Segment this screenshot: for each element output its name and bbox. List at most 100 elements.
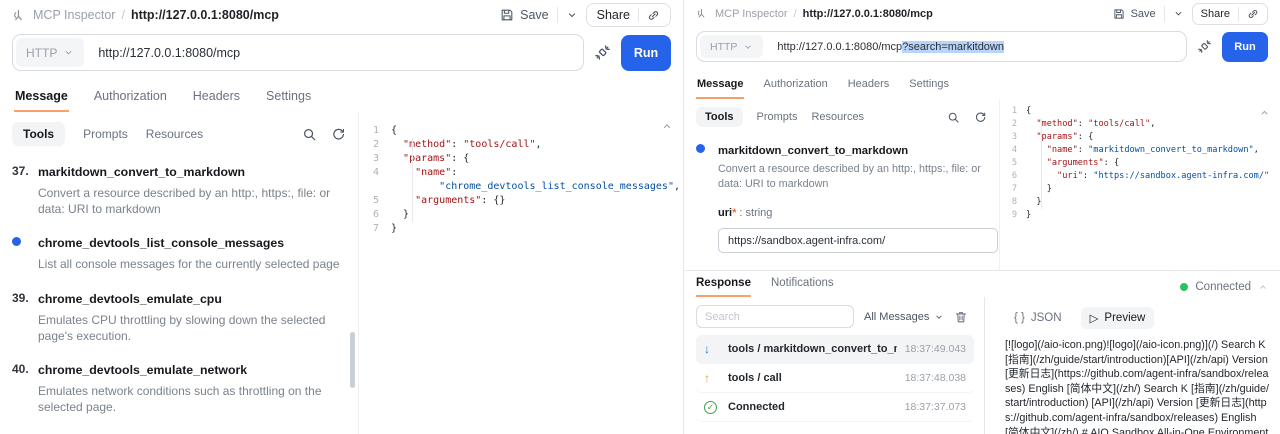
inspector-window-right: MCP Inspector / http://127.0.0.1:8080/mc… bbox=[684, 0, 1280, 434]
tab-settings[interactable]: Settings bbox=[908, 74, 950, 99]
tab-headers[interactable]: Headers bbox=[192, 85, 241, 112]
save-button[interactable]: Save bbox=[1113, 6, 1184, 22]
indent-guide bbox=[1041, 118, 1042, 209]
collapse-editor-chevron-icon[interactable] bbox=[661, 120, 673, 132]
search-icon[interactable] bbox=[302, 127, 317, 142]
subtab-resources[interactable]: Resources bbox=[811, 111, 864, 123]
tool-number: 37. bbox=[12, 163, 38, 217]
copy-link-icon[interactable] bbox=[1247, 8, 1259, 20]
protocol-select[interactable]: HTTP bbox=[700, 35, 763, 58]
uri-input[interactable] bbox=[718, 228, 998, 253]
status-dot-icon bbox=[1180, 283, 1188, 291]
request-url-input[interactable]: http://127.0.0.1:8080/mcp bbox=[98, 46, 240, 60]
tool-list-item[interactable]: 40. chrome_devtools_emulate_network Emul… bbox=[12, 361, 346, 415]
divider bbox=[1164, 6, 1165, 22]
url-base: http://127.0.0.1:8080/mcp bbox=[777, 41, 902, 53]
share-button-group[interactable]: Share bbox=[586, 3, 671, 27]
mcp-logo-icon bbox=[696, 8, 707, 19]
tab-response[interactable]: Response bbox=[696, 277, 751, 297]
indent-guide bbox=[412, 138, 413, 222]
save-menu-chevron-icon[interactable] bbox=[1173, 8, 1184, 19]
protocol-label: HTTP bbox=[710, 41, 737, 53]
tool-list-item[interactable]: chrome_devtools_list_console_messages Li… bbox=[12, 234, 346, 272]
preview-view-button[interactable]: ▷ Preview bbox=[1081, 307, 1155, 329]
parameter-label: uri* : string bbox=[718, 207, 772, 219]
save-label: Save bbox=[520, 8, 549, 22]
selected-tool-dot-icon bbox=[12, 234, 38, 272]
message-label: tools / call bbox=[728, 372, 897, 384]
tool-name: markitdown_convert_to_markdown bbox=[38, 165, 245, 179]
subtab-tools[interactable]: Tools bbox=[12, 122, 65, 146]
tab-message[interactable]: Message bbox=[696, 74, 744, 99]
tool-number: 39. bbox=[12, 290, 38, 344]
save-label: Save bbox=[1131, 8, 1156, 20]
tools-column: Tools Prompts Resources bbox=[0, 112, 358, 434]
filter-label: All Messages bbox=[864, 311, 929, 323]
window-header: MCP Inspector / http://127.0.0.1:8080/mc… bbox=[0, 0, 683, 30]
tab-settings[interactable]: Settings bbox=[265, 85, 312, 112]
subtab-tools[interactable]: Tools bbox=[696, 107, 743, 127]
tab-message[interactable]: Message bbox=[14, 85, 69, 112]
scrollbar-thumb[interactable] bbox=[350, 332, 355, 388]
selected-tool[interactable]: markitdown_convert_to_markdown Convert a… bbox=[696, 141, 987, 191]
message-row[interactable]: ✓ Connected 18:37:37.073 bbox=[696, 393, 974, 422]
copy-link-icon[interactable] bbox=[647, 9, 660, 22]
collapse-response-chevron-icon[interactable] bbox=[1258, 282, 1268, 292]
breadcrumb-app: MCP Inspector bbox=[715, 8, 788, 20]
request-toolbar: HTTP http://127.0.0.1:8080/mcp Run bbox=[0, 30, 683, 81]
run-button[interactable]: Run bbox=[621, 35, 671, 71]
markdown-preview-text[interactable]: [![logo](/aio-icon.png)![logo](/aio-icon… bbox=[1005, 338, 1272, 434]
clear-messages-trash-icon[interactable] bbox=[954, 310, 968, 324]
subtab-resources[interactable]: Resources bbox=[146, 127, 203, 141]
chevron-down-icon bbox=[63, 47, 74, 58]
search-icon[interactable] bbox=[947, 111, 960, 124]
message-direction-icon: ↓ bbox=[704, 342, 728, 356]
message-label: Connected bbox=[728, 401, 897, 413]
collapse-editor-chevron-icon[interactable] bbox=[1259, 107, 1270, 118]
response-section: Response Notifications Connected bbox=[684, 270, 1280, 434]
disconnect-plug-icon[interactable] bbox=[594, 44, 611, 61]
message-timestamp: 18:37:49.043 bbox=[905, 343, 966, 355]
save-button[interactable]: Save bbox=[500, 7, 578, 23]
message-filter-select[interactable]: All Messages bbox=[864, 311, 944, 323]
disconnect-plug-icon[interactable] bbox=[1197, 39, 1212, 54]
request-url-box[interactable]: HTTP http://127.0.0.1:8080/mcp bbox=[12, 34, 584, 71]
tab-authorization[interactable]: Authorization bbox=[762, 74, 828, 99]
divider bbox=[1238, 7, 1239, 21]
message-direction-icon: ↑ bbox=[704, 371, 728, 385]
share-button-group[interactable]: Share bbox=[1192, 3, 1268, 25]
json-code[interactable]: 1{2 "method": "tools/call",3 "params": {… bbox=[1000, 99, 1280, 222]
refresh-icon[interactable] bbox=[331, 127, 346, 142]
message-row[interactable]: ↑ tools / call 18:37:48.038 bbox=[696, 364, 974, 393]
message-row[interactable]: ↓ tools / markitdown_convert_to_mar... 1… bbox=[696, 335, 974, 364]
breadcrumb-url: http://127.0.0.1:8080/mcp bbox=[803, 8, 933, 20]
subtab-prompts[interactable]: Prompts bbox=[757, 111, 798, 123]
request-url-box[interactable]: HTTP http://127.0.0.1:8080/mcp?search=ma… bbox=[696, 31, 1187, 62]
selected-tool-dot-icon bbox=[696, 141, 718, 191]
tool-description: Emulates CPU throttling by slowing down … bbox=[38, 312, 346, 344]
json-view-label: JSON bbox=[1031, 312, 1062, 324]
inspector-window-left: MCP Inspector / http://127.0.0.1:8080/mc… bbox=[0, 0, 684, 434]
message-search-input[interactable] bbox=[696, 305, 854, 328]
tab-authorization[interactable]: Authorization bbox=[93, 85, 168, 112]
divider bbox=[638, 8, 639, 22]
request-url-input[interactable]: http://127.0.0.1:8080/mcp?search=markitd… bbox=[777, 41, 1004, 53]
tool-list-item[interactable]: 39. chrome_devtools_emulate_cpu Emulates… bbox=[12, 290, 346, 344]
connection-status: Connected bbox=[1180, 281, 1268, 293]
subtab-prompts[interactable]: Prompts bbox=[83, 127, 128, 141]
response-preview-column: { } JSON ▷ Preview [![logo](/aio-icon.pn… bbox=[984, 297, 1280, 434]
json-editor[interactable]: 1{2 "method": "tools/call",3 "params": {… bbox=[999, 99, 1280, 270]
json-editor[interactable]: 1{2 "method": "tools/call",3 "params": {… bbox=[358, 112, 683, 434]
json-view-button[interactable]: { } JSON bbox=[1005, 308, 1071, 328]
share-label: Share bbox=[1201, 8, 1230, 20]
json-code[interactable]: 1{2 "method": "tools/call",3 "params": {… bbox=[359, 112, 683, 236]
tab-headers[interactable]: Headers bbox=[847, 74, 891, 99]
run-button[interactable]: Run bbox=[1222, 32, 1268, 62]
protocol-select[interactable]: HTTP bbox=[16, 38, 84, 67]
chevron-down-icon bbox=[743, 42, 753, 52]
tool-description: Convert a resource described by an http:… bbox=[38, 185, 346, 217]
refresh-icon[interactable] bbox=[974, 111, 987, 124]
tool-list-item[interactable]: 37. markitdown_convert_to_markdown Conve… bbox=[12, 163, 346, 217]
tab-notifications[interactable]: Notifications bbox=[771, 277, 834, 297]
save-menu-chevron-icon[interactable] bbox=[566, 9, 578, 21]
